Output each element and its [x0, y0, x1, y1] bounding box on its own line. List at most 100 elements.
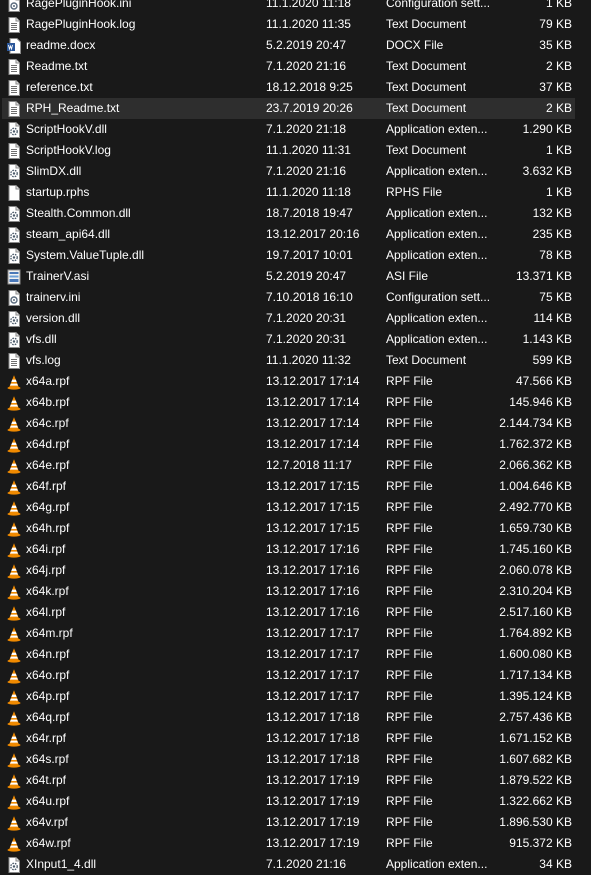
file-row[interactable]: ScriptHookV.log 11.1.2020 11:31 Text Docum… — [0, 140, 591, 161]
file-type: RPF File — [386, 626, 433, 640]
file-row[interactable]: RagePluginHook.log 11.1.2020 11:35 Text Do… — [0, 14, 591, 35]
file-row[interactable]: ScriptHookV.dll 7.1.2020 21:18 Application… — [0, 119, 591, 140]
file-date-modified: 13.12.2017 17:19 — [266, 815, 360, 829]
file-name: SlimDX.dll — [26, 164, 82, 178]
file-row[interactable]: x64i.rpf 13.12.2017 17:16 RPF File 1.745.16… — [0, 539, 591, 560]
file-date-modified: 13.12.2017 17:16 — [266, 605, 360, 619]
file-row[interactable]: trainerv.ini 7.10.2018 16:10 Configuration… — [0, 287, 591, 308]
file-type: Text Document — [386, 17, 467, 31]
file-row[interactable]: x64l.rpf 13.12.2017 17:16 RPF File 2.517.16… — [0, 602, 591, 623]
vlc-cone-icon — [6, 626, 22, 642]
file-row[interactable]: x64j.rpf 13.12.2017 17:16 RPF File 2.060.07… — [0, 560, 591, 581]
file-name: x64e.rpf — [26, 458, 70, 472]
file-size: 35 KB — [539, 38, 572, 52]
file-date-modified: 11.1.2020 11:35 — [266, 17, 351, 31]
file-type: RPF File — [386, 605, 433, 619]
file-type: RPF File — [386, 647, 433, 661]
file-row[interactable]: x64k.rpf 13.12.2017 17:16 RPF File 2.310.20… — [0, 581, 591, 602]
file-size: 2.066.362 KB — [499, 458, 572, 472]
file-row[interactable]: x64s.rpf 13.12.2017 17:18 RPF File 1.607.68… — [0, 749, 591, 770]
file-name: x64n.rpf — [26, 647, 70, 661]
file-row[interactable]: x64u.rpf 13.12.2017 17:19 RPF File 1.322.66… — [0, 791, 591, 812]
file-row[interactable]: x64p.rpf 13.12.2017 17:17 RPF File 1.395.12… — [0, 686, 591, 707]
file-size: 2.492.770 KB — [499, 500, 572, 514]
file-row[interactable]: Readme.txt 7.1.2020 21:16 Text Document 2 K… — [0, 56, 591, 77]
file-row[interactable]: RPH_Readme.txt 23.7.2019 20:26 Text Docume… — [0, 98, 591, 119]
file-size: 1.764.892 KB — [499, 626, 572, 640]
file-name: RagePluginHook.log — [26, 17, 136, 31]
file-row[interactable]: RagePluginHook.ini 11.1.2020 11:18 Configu… — [0, 0, 591, 14]
dll-file-icon — [6, 248, 22, 264]
file-type: RPF File — [386, 668, 433, 682]
file-row[interactable]: x64v.rpf 13.12.2017 17:19 RPF File 1.896.53… — [0, 812, 591, 833]
file-row[interactable]: x64o.rpf 13.12.2017 17:17 RPF File 1.717.13… — [0, 665, 591, 686]
file-name: startup.rphs — [26, 185, 90, 199]
dll-file-icon — [6, 164, 22, 180]
file-type: RPF File — [386, 395, 433, 409]
file-size: 1.600.080 KB — [499, 647, 572, 661]
file-row[interactable]: XInput1_4.dll 7.1.2020 21:16 Application e… — [0, 854, 591, 875]
file-row[interactable]: reference.txt 18.12.2018 9:25 Text Documen… — [0, 77, 591, 98]
file-row[interactable]: x64b.rpf 13.12.2017 17:14 RPF File 145.946 … — [0, 392, 591, 413]
file-date-modified: 13.12.2017 17:18 — [266, 710, 360, 724]
file-size: 2.310.204 KB — [499, 584, 572, 598]
file-type: RPF File — [386, 521, 433, 535]
file-row[interactable]: x64a.rpf 13.12.2017 17:14 RPF File 47.566 K… — [0, 371, 591, 392]
file-row[interactable]: SlimDX.dll 7.1.2020 21:16 Application exte… — [0, 161, 591, 182]
text-file-icon — [6, 353, 22, 369]
file-row[interactable]: Stealth.Common.dll 18.7.2018 19:47 Applica… — [0, 203, 591, 224]
file-row[interactable]: x64d.rpf 13.12.2017 17:14 RPF File 1.762.37… — [0, 434, 591, 455]
file-row[interactable]: x64n.rpf 13.12.2017 17:17 RPF File 1.600.08… — [0, 644, 591, 665]
file-row[interactable]: x64m.rpf 13.12.2017 17:17 RPF File 1.764.89… — [0, 623, 591, 644]
vlc-cone-icon — [6, 836, 22, 852]
file-type: Application exten... — [386, 332, 488, 346]
file-row[interactable]: x64q.rpf 13.12.2017 17:18 RPF File 2.757.43… — [0, 707, 591, 728]
dll-file-icon — [6, 122, 22, 138]
file-date-modified: 12.7.2018 11:17 — [266, 458, 352, 472]
file-type: Text Document — [386, 80, 467, 94]
file-size: 1 KB — [545, 0, 572, 10]
file-row[interactable]: startup.rphs 11.1.2020 11:18 RPHS File 1 KB — [0, 182, 591, 203]
file-date-modified: 13.12.2017 20:16 — [266, 227, 360, 241]
file-row[interactable]: x64h.rpf 13.12.2017 17:15 RPF File 1.659.73… — [0, 518, 591, 539]
file-type: ASI File — [386, 269, 429, 283]
file-row[interactable]: steam_api64.dll 13.12.2017 20:16 Applicati… — [0, 224, 591, 245]
file-row[interactable]: x64t.rpf 13.12.2017 17:19 RPF File 1.879.52… — [0, 770, 591, 791]
file-date-modified: 13.12.2017 17:14 — [266, 437, 360, 451]
file-size: 114 KB — [533, 311, 572, 325]
file-name: x64f.rpf — [26, 479, 67, 493]
file-date-modified: 13.12.2017 17:15 — [266, 479, 360, 493]
file-row[interactable]: System.ValueTuple.dll 19.7.2017 10:01 Appl… — [0, 245, 591, 266]
file-name: Readme.txt — [26, 59, 88, 73]
file-size: 1 KB — [545, 143, 572, 157]
file-row[interactable]: x64w.rpf 13.12.2017 17:19 RPF File 915.372 … — [0, 833, 591, 854]
file-name: Stealth.Common.dll — [26, 206, 131, 220]
file-row[interactable]: TrainerV.asi 5.2.2019 20:47 ASI File 13.371… — [0, 266, 591, 287]
file-name: x64w.rpf — [26, 836, 71, 850]
vlc-cone-icon — [6, 794, 22, 810]
file-name: x64i.rpf — [26, 542, 66, 556]
file-row[interactable]: vfs.dll 7.1.2020 20:31 Application exten..… — [0, 329, 591, 350]
file-row[interactable]: x64f.rpf 13.12.2017 17:15 RPF File 1.004.64… — [0, 476, 591, 497]
file-name: version.dll — [26, 311, 81, 325]
file-row[interactable]: version.dll 7.1.2020 20:31 Application ext… — [0, 308, 591, 329]
file-type: Application exten... — [386, 857, 488, 871]
file-size: 2 KB — [545, 59, 572, 73]
file-size: 1.745.160 KB — [499, 542, 572, 556]
file-name: x64g.rpf — [26, 500, 70, 514]
text-file-icon — [6, 143, 22, 159]
file-name: steam_api64.dll — [26, 227, 111, 241]
file-size: 2.060.078 KB — [499, 563, 572, 577]
file-row[interactable]: x64e.rpf 12.7.2018 11:17 RPF File 2.066.362… — [0, 455, 591, 476]
file-type: RPF File — [386, 437, 433, 451]
file-type: Configuration sett... — [386, 290, 491, 304]
file-row[interactable]: x64g.rpf 13.12.2017 17:15 RPF File 2.492.77… — [0, 497, 591, 518]
vlc-cone-icon — [6, 563, 22, 579]
vlc-cone-icon — [6, 437, 22, 453]
vlc-cone-icon — [6, 542, 22, 558]
file-row[interactable]: vfs.log 11.1.2020 11:32 Text Document 599 K… — [0, 350, 591, 371]
file-row[interactable]: x64c.rpf 13.12.2017 17:14 RPF File 2.144.73… — [0, 413, 591, 434]
file-date-modified: 13.12.2017 17:16 — [266, 542, 360, 556]
file-row[interactable]: readme.docx 5.2.2019 20:47 DOCX File 35 KB — [0, 35, 591, 56]
file-row[interactable]: x64r.rpf 13.12.2017 17:18 RPF File 1.671.15… — [0, 728, 591, 749]
